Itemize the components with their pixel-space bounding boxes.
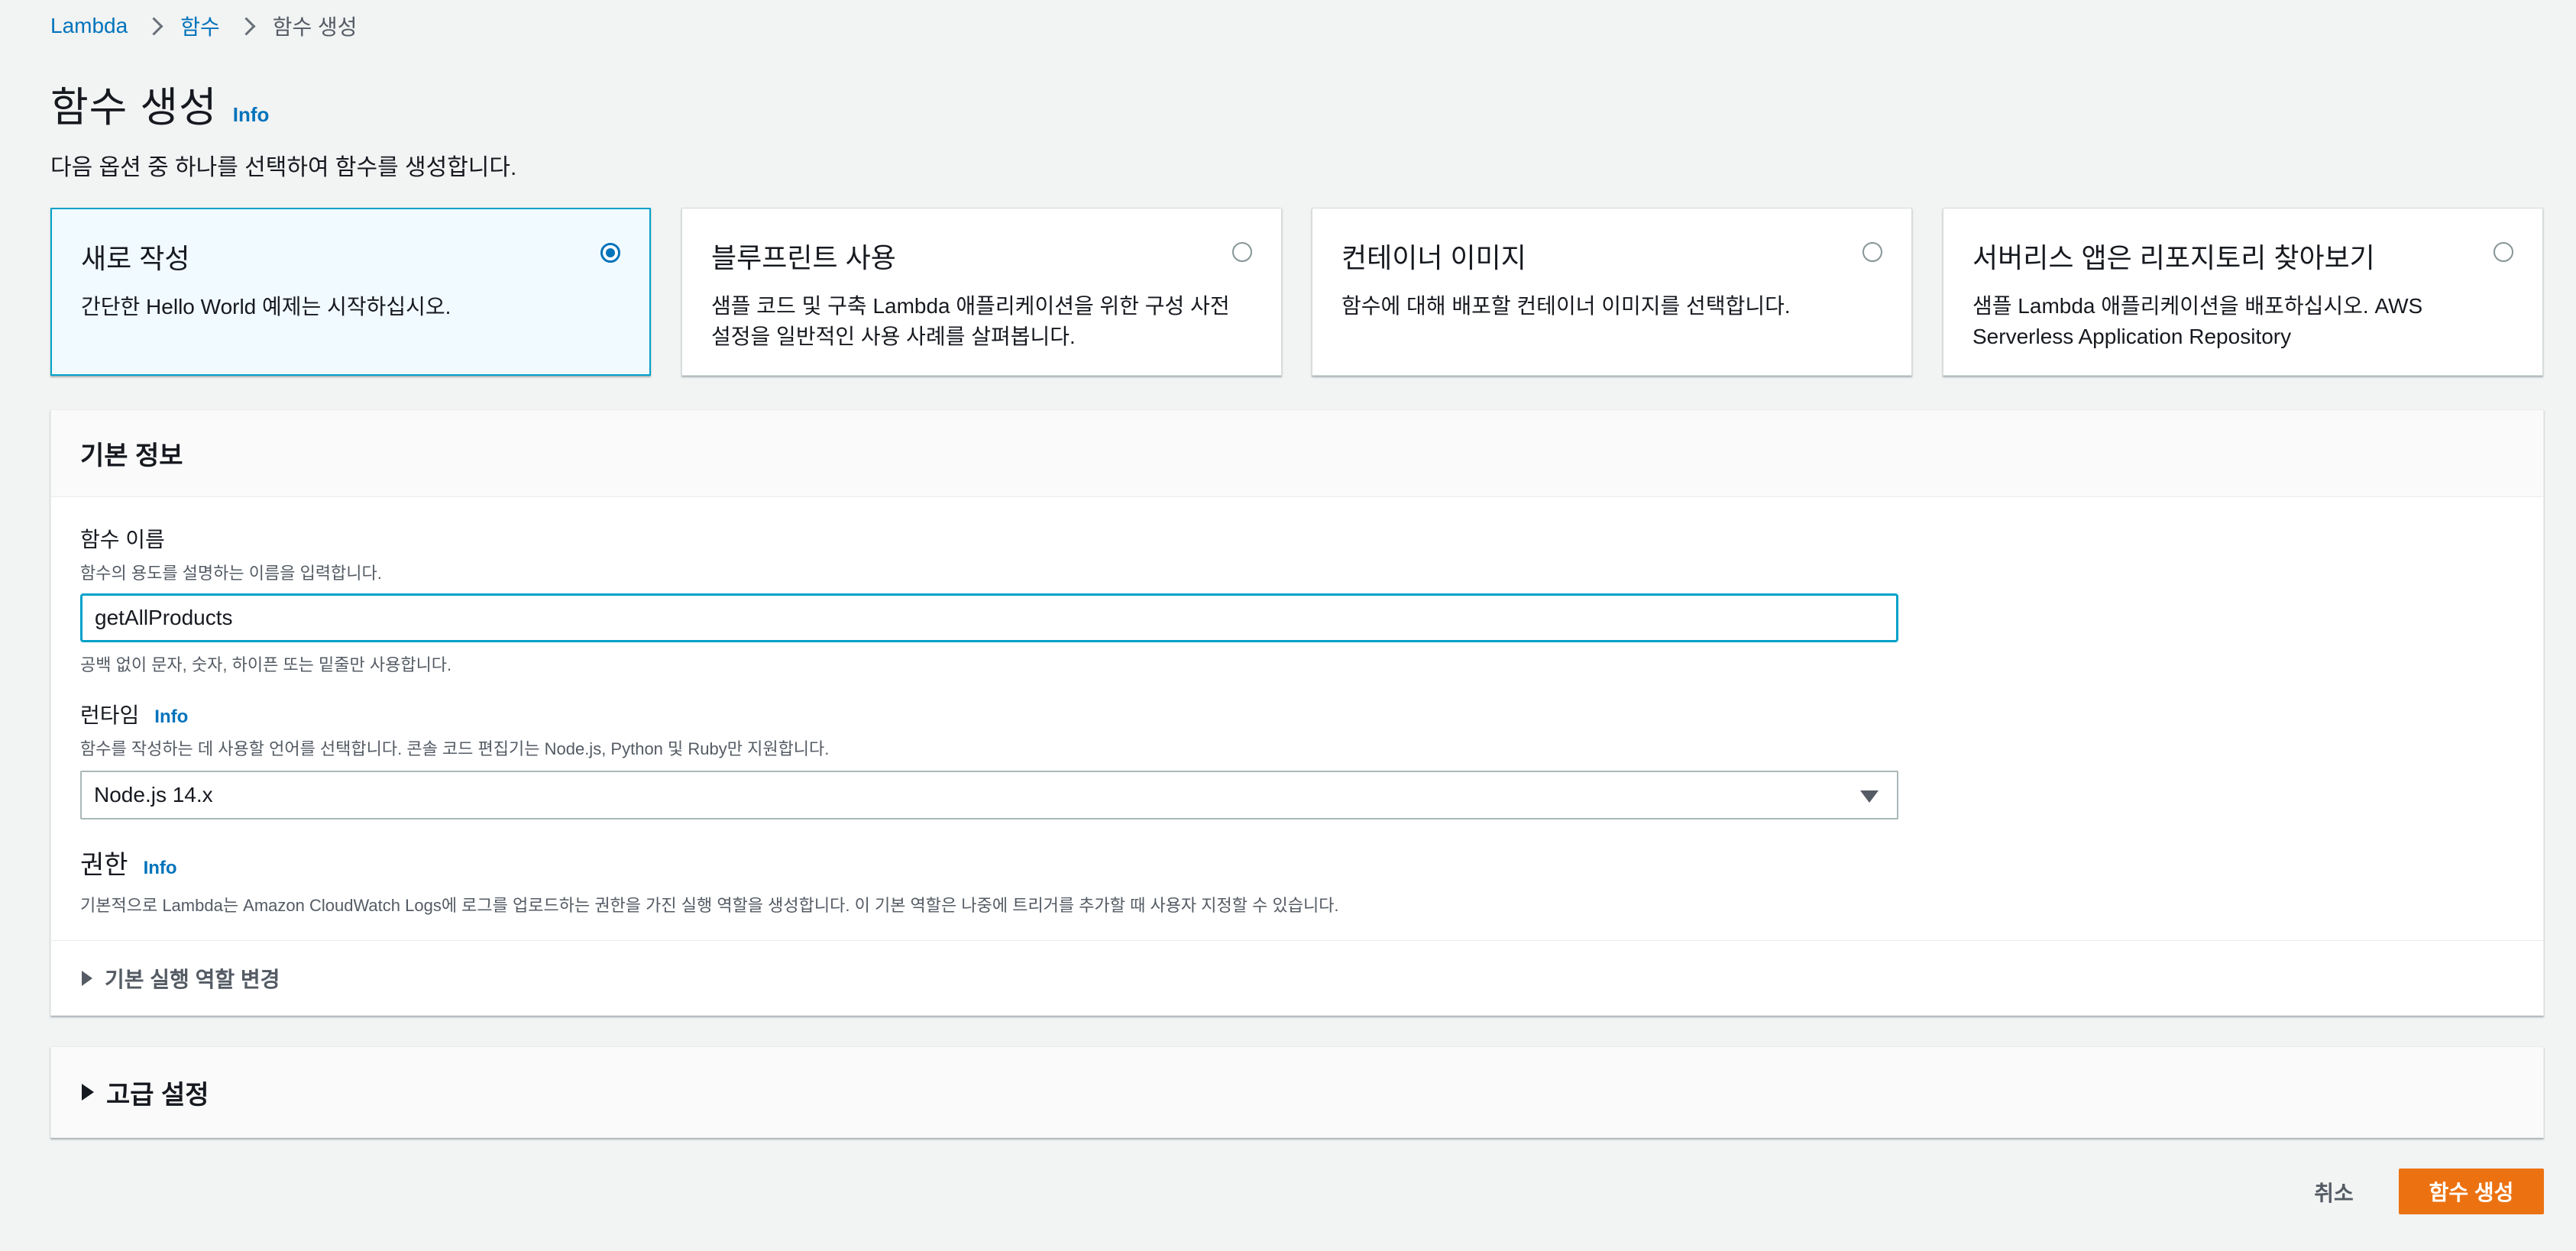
option-radio[interactable]	[2493, 242, 2513, 262]
page-info-link[interactable]: Info	[233, 103, 270, 127]
permissions-title: 권한	[80, 851, 128, 880]
advanced-settings-expander[interactable]: 고급 설정	[50, 1046, 2544, 1138]
option-title: 컨테이너 이미지	[1341, 242, 1526, 273]
option-container-image[interactable]: 컨테이너 이미지 함수에 대해 배포할 컨테이너 이미지를 선택합니다.	[1312, 208, 1912, 376]
basic-info-title: 기본 정보	[80, 441, 183, 470]
create-function-button[interactable]: 함수 생성	[2399, 1169, 2544, 1214]
option-use-blueprint[interactable]: 블루프린트 사용 샘플 코드 및 구축 Lambda 애플리케이션을 위한 구성…	[681, 208, 1282, 376]
function-name-input[interactable]: getAllProducts	[80, 593, 1898, 642]
option-author-from-scratch[interactable]: 새로 작성 간단한 Hello World 예제는 시작하십시오.	[50, 208, 651, 376]
chevron-right-icon	[144, 16, 163, 36]
page-title: 함수 생성	[50, 85, 218, 131]
breadcrumb-functions-link[interactable]: 함수	[180, 11, 220, 41]
runtime-label: 런타임	[80, 703, 140, 727]
basic-info-header: 기본 정보	[51, 410, 2543, 497]
option-description: 샘플 코드 및 구축 Lambda 애플리케이션을 위한 구성 사전 설정을 일…	[711, 294, 1230, 348]
change-execution-role-label: 기본 실행 역할 변경	[105, 967, 280, 991]
runtime-select[interactable]: Node.js 14.x	[80, 771, 1898, 819]
option-radio[interactable]	[1862, 242, 1882, 262]
cancel-button[interactable]: 취소	[2299, 1170, 2368, 1214]
page-description: 다음 옵션 중 하나를 선택하여 함수를 생성합니다.	[50, 155, 517, 180]
function-name-constraint: 공백 없이 문자, 숫자, 하이픈 또는 밑줄만 사용합니다.	[80, 655, 452, 674]
option-serverless-app-repository[interactable]: 서버리스 앱은 리포지토리 찾아보기 샘플 Lambda 애플리케이션을 배포하…	[1943, 208, 2543, 376]
option-radio[interactable]	[1232, 242, 1252, 262]
function-name-field: 함수 이름 함수의 용도를 설명하는 이름을 입력합니다. getAllProd…	[80, 523, 1898, 676]
breadcrumb-lambda-link[interactable]: Lambda	[50, 14, 128, 38]
permissions-title-row: 권한 Info	[80, 844, 1339, 881]
permissions-info-link[interactable]: Info	[144, 858, 177, 879]
advanced-settings-label: 고급 설정	[106, 1080, 209, 1110]
runtime-info-link[interactable]: Info	[154, 706, 188, 728]
option-radio[interactable]	[600, 243, 620, 263]
breadcrumb: Lambda 함수 함수 생성	[50, 11, 358, 41]
basic-info-panel: 기본 정보 함수 이름 함수의 용도를 설명하는 이름을 입력합니다. getA…	[50, 409, 2544, 1016]
option-title: 블루프린트 사용	[711, 242, 896, 273]
caret-right-icon	[82, 1084, 94, 1101]
option-description: 간단한 Hello World 예제는 시작하십시오.	[81, 295, 451, 318]
breadcrumb-current: 함수 생성	[272, 15, 358, 39]
runtime-label-row: 런타임 Info	[80, 699, 1898, 729]
function-name-value: getAllProducts	[95, 606, 233, 629]
caret-right-icon	[82, 970, 92, 986]
option-title: 서버리스 앱은 리포지토리 찾아보기	[1972, 242, 2375, 273]
option-title: 새로 작성	[81, 243, 190, 274]
function-name-description: 함수의 용도를 설명하는 이름을 입력합니다.	[80, 564, 382, 583]
permissions-description: 기본적으로 Lambda는 Amazon CloudWatch Logs에 로그…	[80, 896, 1339, 915]
chevron-right-icon	[237, 16, 256, 36]
runtime-value: Node.js 14.x	[94, 783, 213, 807]
runtime-field: 런타임 Info 함수를 작성하는 데 사용할 언어를 선택합니다. 콘솔 코드…	[80, 699, 1898, 819]
runtime-description: 함수를 작성하는 데 사용할 언어를 선택합니다. 콘솔 코드 편집기는 Nod…	[80, 739, 830, 758]
change-execution-role-expander[interactable]: 기본 실행 역할 변경	[51, 940, 2543, 1015]
caret-down-icon	[1860, 790, 1879, 803]
page-header: 함수 생성 Info	[50, 73, 269, 134]
option-description: 샘플 Lambda 애플리케이션을 배포하십시오. AWS Serverless…	[1972, 294, 2423, 348]
function-name-label: 함수 이름	[80, 528, 165, 551]
option-description: 함수에 대해 배포할 컨테이너 이미지를 선택합니다.	[1341, 294, 1791, 318]
permissions-section: 권한 Info 기본적으로 Lambda는 Amazon CloudWatch …	[80, 844, 1339, 916]
